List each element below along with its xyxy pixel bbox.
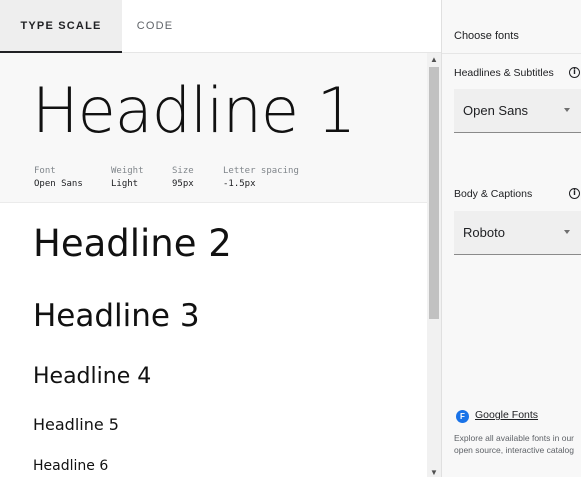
letter-spacing-meta: Letter spacing -1.5px — [223, 165, 299, 191]
headline1-sample: Headline 1 — [32, 74, 356, 147]
letter-spacing-meta-value: -1.5px — [223, 179, 256, 189]
size-meta: Size 95px — [172, 165, 194, 191]
headline2-sample[interactable]: Headline 2 — [33, 221, 232, 267]
info-icon[interactable]: i — [569, 188, 580, 199]
chevron-down-icon[interactable]: ▼ — [427, 469, 441, 477]
caret-down-icon — [564, 230, 570, 234]
headline5-sample[interactable]: Headline 5 — [33, 413, 119, 437]
headline3-sample[interactable]: Headline 3 — [33, 296, 200, 336]
type-scale-list: Headline 1 Font Open Sans Weight Light S… — [0, 53, 427, 477]
size-meta-label: Size — [172, 166, 194, 176]
body-font-value: Roboto — [463, 225, 505, 240]
panel-divider — [442, 53, 581, 54]
info-icon[interactable]: i — [569, 67, 580, 78]
tab-code[interactable]: CODE — [122, 0, 188, 53]
google-fonts-logo-icon: F — [456, 410, 469, 423]
font-meta-label: Font — [34, 166, 56, 176]
font-meta-value: Open Sans — [34, 179, 83, 189]
headlines-font-select[interactable]: Open Sans — [454, 89, 581, 133]
letter-spacing-meta-label: Letter spacing — [223, 166, 299, 176]
headline4-sample[interactable]: Headline 4 — [33, 362, 151, 392]
headline6-sample[interactable]: Headline 6 — [33, 455, 108, 477]
google-fonts-description: Explore all available fonts in our open … — [454, 433, 575, 455]
tab-bar: TYPE SCALE CODE — [0, 0, 441, 53]
scroll-thumb[interactable] — [429, 67, 439, 319]
panel-title: Choose fonts — [454, 30, 519, 42]
weight-meta-label: Weight — [111, 166, 144, 176]
weight-meta: Weight Light — [111, 165, 144, 191]
type-scale-pane: TYPE SCALE CODE Headline 1 Font Open San… — [0, 0, 441, 477]
chevron-up-icon[interactable]: ▲ — [427, 53, 441, 67]
google-fonts-link[interactable]: Google Fonts — [475, 409, 538, 421]
font-meta: Font Open Sans — [34, 165, 83, 191]
weight-meta-value: Light — [111, 179, 139, 189]
choose-fonts-panel: Choose fonts Headlines & Subtitles i Ope… — [441, 0, 581, 477]
vertical-scrollbar[interactable]: ▲ ▼ — [427, 53, 441, 477]
headlines-font-value: Open Sans — [463, 103, 529, 118]
tab-type-scale[interactable]: TYPE SCALE — [0, 0, 122, 53]
caret-down-icon — [564, 108, 570, 112]
body-font-select[interactable]: Roboto — [454, 211, 581, 255]
size-meta-value: 95px — [172, 179, 194, 189]
headlines-label: Headlines & Subtitles — [454, 67, 554, 79]
body-label: Body & Captions — [454, 188, 533, 200]
headline1-row[interactable]: Headline 1 Font Open Sans Weight Light S… — [0, 53, 427, 203]
